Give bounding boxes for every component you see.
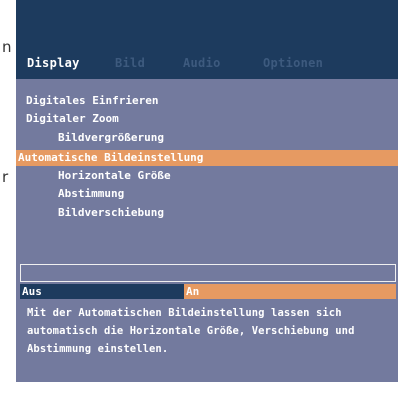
tab-optionen[interactable]: Optionen	[263, 56, 323, 70]
screenshot: n r Display Bild Audio Optionen Digitale…	[0, 0, 409, 405]
menu-item-automatische-bildeinstellung[interactable]: Automatische Bildeinstellung	[16, 150, 398, 166]
menu-item-digitales-einfrieren[interactable]: Digitales Einfrieren	[16, 93, 398, 109]
help-description: Mit der Automatischen Bildeinstellung la…	[27, 307, 355, 355]
option-an[interactable]: An	[184, 284, 396, 299]
menu-item-bildvergroesserung[interactable]: Bildvergrößerung	[16, 130, 398, 146]
menu-item-abstimmung[interactable]: Abstimmung	[16, 186, 398, 202]
background-text-fragment: r	[2, 168, 9, 186]
tab-bild[interactable]: Bild	[115, 56, 145, 70]
menu-item-label: Digitaler Zoom	[26, 112, 119, 125]
menu-item-horizontale-groesse[interactable]: Horizontale Größe	[16, 168, 398, 184]
menu-item-digitaler-zoom[interactable]: Digitaler Zoom	[16, 111, 398, 127]
menu-item-label: Bildverschiebung	[58, 206, 164, 219]
option-aus[interactable]: Aus	[20, 284, 184, 299]
tab-audio[interactable]: Audio	[183, 56, 221, 70]
osd-tab-bar: Display Bild Audio Optionen	[16, 0, 398, 79]
menu-item-label: Horizontale Größe	[58, 169, 171, 182]
tab-display[interactable]: Display	[27, 56, 80, 70]
value-display-box	[20, 264, 396, 282]
option-selector: Aus An	[20, 284, 396, 299]
menu-item-label: Abstimmung	[58, 187, 125, 200]
menu-item-label: Bildvergrößerung	[58, 131, 164, 144]
menu-item-label: Digitales Einfrieren	[26, 94, 159, 107]
osd-menu: Display Bild Audio Optionen Digitales Ei…	[16, 0, 398, 382]
menu-item-bildverschiebung[interactable]: Bildverschiebung	[16, 205, 398, 221]
menu-item-label: Automatische Bildeinstellung	[18, 151, 204, 164]
background-text-fragment: n	[2, 38, 12, 56]
